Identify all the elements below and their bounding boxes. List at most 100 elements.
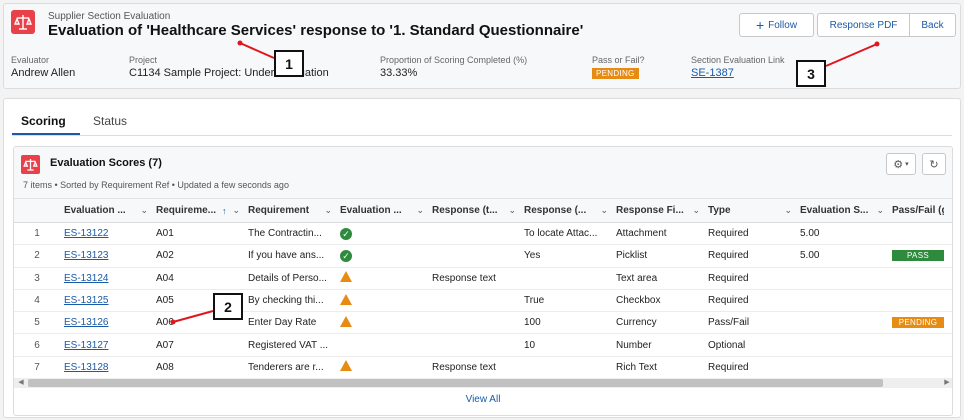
requirement-cell: Registered VAT ... <box>244 333 336 357</box>
callout-1: 1 <box>274 50 304 77</box>
column-header[interactable]: Requirement ⌄ <box>244 198 336 223</box>
chevron-down-icon: ▾ <box>905 161 909 168</box>
pass-fail-label: Pass or Fail? <box>592 55 645 65</box>
column-header[interactable]: Requireme... ↑ ⌄ <box>152 198 244 223</box>
list-settings-button[interactable]: ⚙ ▾ <box>886 153 916 175</box>
overflow-cell <box>944 244 952 268</box>
table-row[interactable]: 4 ES-13125 A05 By checking thi... True Checkb… <box>14 289 952 313</box>
overflow-cell <box>944 333 952 357</box>
response-text-cell <box>428 311 520 335</box>
row-number: 7 <box>14 356 60 380</box>
chevron-down-icon[interactable]: ⌄ <box>692 205 700 216</box>
column-header[interactable]: Response (... ⌄ <box>520 198 612 223</box>
requirement-cell: By checking thi... <box>244 289 336 313</box>
requirement-ref: A02 <box>152 244 244 268</box>
table-row[interactable]: 2 ES-13123 A02 If you have ans... ✓ Yes Pickli… <box>14 244 952 268</box>
chevron-down-icon[interactable]: ⌄ <box>508 205 516 216</box>
chevron-down-icon[interactable]: ⌄ <box>232 205 240 216</box>
proportion-value: 33.33% <box>380 67 418 79</box>
card-title: Evaluation Scores (7) <box>50 157 162 169</box>
evaluation-status-cell: ✓ <box>336 244 428 268</box>
list-info: 7 items • Sorted by Requirement Ref • Up… <box>23 180 289 190</box>
overflow-cell <box>944 289 952 313</box>
row-number: 4 <box>14 289 60 313</box>
tab-status[interactable]: Status <box>93 114 127 128</box>
evaluation-score-link[interactable]: ES-13126 <box>64 317 108 328</box>
callout-2: 2 <box>213 293 243 320</box>
response-field-cell: Picklist <box>612 244 704 268</box>
back-button[interactable]: Back <box>909 13 956 37</box>
pass-fail-cell <box>888 222 944 246</box>
evaluation-score-link[interactable]: ES-13124 <box>64 273 108 284</box>
evaluation-score-link[interactable]: ES-13125 <box>64 295 108 306</box>
chevron-down-icon[interactable]: ⌄ <box>784 205 792 216</box>
requirement-cell: Enter Day Rate <box>244 311 336 335</box>
column-header[interactable]: Evaluation S... ⌄ <box>796 198 888 223</box>
chevron-down-icon[interactable]: ⌄ <box>876 205 884 216</box>
scroll-right-icon[interactable]: ▶ <box>942 378 952 388</box>
refresh-button[interactable]: ↻ <box>922 153 946 175</box>
chevron-down-icon[interactable]: ⌄ <box>324 205 332 216</box>
response-field-cell: Number <box>612 333 704 357</box>
scales-icon <box>21 155 40 174</box>
evaluation-score-link[interactable]: ES-13128 <box>64 362 108 373</box>
column-header[interactable]: Response Fi... ⌄ <box>612 198 704 223</box>
pass-fail-cell: PENDING <box>888 311 944 335</box>
scales-icon <box>11 10 35 34</box>
chevron-down-icon[interactable]: ⌄ <box>416 205 424 216</box>
column-header[interactable]: Response (t... ⌄ <box>428 198 520 223</box>
evaluation-scores-card: Evaluation Scores (7) 7 items • Sorted b… <box>13 146 953 416</box>
evaluation-score-link[interactable]: ES-13123 <box>64 250 108 261</box>
evaluation-score-cell <box>796 267 888 290</box>
requirement-cell: Details of Perso... <box>244 267 336 290</box>
response-text-cell <box>428 222 520 246</box>
evaluation-status-cell <box>336 356 428 380</box>
requirement-ref: A07 <box>152 333 244 357</box>
horizontal-scrollbar[interactable]: ◀ ▶ <box>14 378 952 388</box>
requirement-cell: Tenderers are r... <box>244 356 336 380</box>
requirement-ref: A04 <box>152 267 244 290</box>
response-cell <box>520 356 612 380</box>
pass-fail-cell <box>888 267 944 290</box>
evaluation-score-cell: 5.00 <box>796 244 888 268</box>
evaluation-score-link[interactable]: ES-13127 <box>64 340 108 351</box>
table-row[interactable]: 5 ES-13126 A06 Enter Day Rate 100 Currency Pas… <box>14 311 952 335</box>
column-header[interactable]: Type ⌄ <box>704 198 796 223</box>
type-cell: Required <box>704 222 796 246</box>
requirement-cell: If you have ans... <box>244 244 336 268</box>
evaluation-score-link[interactable]: ES-13122 <box>64 228 108 239</box>
section-evaluation-link[interactable]: SE-1387 <box>691 67 734 79</box>
row-number: 5 <box>14 311 60 335</box>
type-cell: Required <box>704 289 796 313</box>
response-cell: 10 <box>520 333 612 357</box>
response-field-cell: Rich Text <box>612 356 704 380</box>
type-cell: Required <box>704 267 796 290</box>
evaluation-score-cell <box>796 311 888 335</box>
warning-icon <box>340 315 352 327</box>
table-row[interactable]: 6 ES-13127 A07 Registered VAT ... 10 Number Op… <box>14 333 952 357</box>
row-number: 3 <box>14 267 60 290</box>
chevron-down-icon[interactable]: ⌄ <box>140 205 148 216</box>
response-pdf-button[interactable]: Response PDF <box>817 13 910 37</box>
pass-fail-cell: PASS <box>888 244 944 268</box>
warning-icon <box>340 293 352 305</box>
chevron-down-icon[interactable]: ⌄ <box>600 205 608 216</box>
table-row[interactable]: 1 ES-13122 A01 The Contractin... ✓ To locate … <box>14 222 952 246</box>
scrollbar-thumb[interactable] <box>28 379 883 387</box>
column-header[interactable]: Pass/Fail (g... <box>888 198 944 223</box>
follow-button[interactable]: + Follow <box>739 13 814 37</box>
row-number: 2 <box>14 244 60 268</box>
evaluation-score-cell <box>796 289 888 313</box>
view-all-link[interactable]: View All <box>14 394 952 405</box>
pass-fail-cell <box>888 289 944 313</box>
response-text-cell: Response text <box>428 267 520 290</box>
pass-fail-cell <box>888 333 944 357</box>
scroll-left-icon[interactable]: ◀ <box>16 378 26 388</box>
refresh-icon: ↻ <box>929 158 939 171</box>
table-row[interactable]: 3 ES-13124 A04 Details of Perso... Response … <box>14 267 952 290</box>
column-header[interactable]: Evaluation ... ⌄ <box>336 198 428 223</box>
tab-scoring[interactable]: Scoring <box>21 114 66 128</box>
table-row[interactable]: 7 ES-13128 A08 Tenderers are r... Response t… <box>14 356 952 380</box>
check-circle-icon: ✓ <box>340 249 352 262</box>
column-header[interactable]: Evaluation ... ⌄ <box>60 198 152 223</box>
